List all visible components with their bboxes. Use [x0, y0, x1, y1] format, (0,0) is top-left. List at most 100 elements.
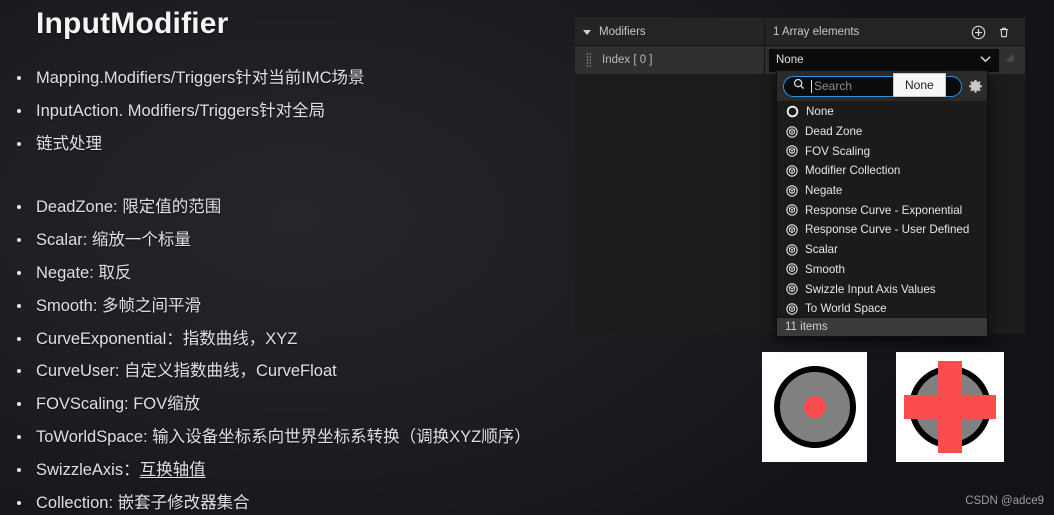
text-cursor [811, 80, 812, 93]
array-count-label: 1 Array elements [773, 26, 860, 38]
class-picker-dropdown: Search None Dead Zone FOV Scaling Modifier … [776, 70, 988, 337]
bullet-item: Collection: 嵌套子修改器集合 [10, 487, 610, 515]
dropdown-item-label: Scalar [805, 243, 838, 257]
dropdown-item-label: Modifier Collection [805, 164, 901, 178]
plus-circle-icon[interactable] [971, 25, 986, 40]
dropdown-item[interactable]: Response Curve - User Defined [777, 220, 987, 240]
bullet-item: 链式处理 [10, 128, 610, 161]
dropdown-item-label: To World Space [805, 302, 887, 316]
modifiers-header-row: Modifiers 1 Array elements [575, 19, 1025, 46]
bullet-item: FOVScaling: FOV缩放 [10, 388, 610, 421]
gear-icon[interactable] [968, 79, 983, 94]
bullet-dot-icon [17, 205, 21, 210]
bullet-spacer [10, 160, 610, 191]
bullet-item: DeadZone: 限定值的范围 [10, 191, 610, 224]
bullet-dot-icon [17, 434, 21, 439]
class-cube-icon [786, 204, 798, 216]
chevron-down-icon[interactable] [583, 29, 591, 35]
dropdown-item[interactable]: Scalar [777, 240, 987, 260]
class-cube-icon [786, 165, 798, 177]
bullet-item: CurveExponential：指数曲线，XYZ [10, 323, 610, 356]
chevron-down-icon[interactable] [980, 54, 991, 66]
cross-vertical [938, 361, 962, 453]
array-elements-cell: 1 Array elements [765, 19, 1025, 45]
bullet-text: DeadZone: 限定值的范围 [36, 198, 222, 217]
bullet-item: Mapping.Modifiers/Triggers针对当前IMC场景 [10, 62, 610, 95]
bullet-dot-icon [17, 402, 21, 407]
bullet-text: Scalar: 缩放一个标量 [36, 231, 191, 250]
bullet-item: InputAction. Modifiers/Triggers针对全局 [10, 95, 610, 128]
dropdown-item[interactable]: Swizzle Input Axis Values [777, 279, 987, 299]
analog-stick-icon [762, 352, 867, 462]
watermark: CSDN @adce9 [965, 495, 1044, 507]
dropdown-item[interactable]: Negate [777, 181, 987, 201]
index-cell: Index [ 0 ] [575, 46, 765, 74]
bullet-dot-icon [17, 336, 21, 341]
dropdown-item[interactable]: Modifier Collection [777, 161, 987, 181]
drag-handle-icon[interactable] [586, 52, 591, 68]
dropdown-item[interactable]: Smooth [777, 260, 987, 280]
search-placeholder-text: Search [814, 79, 853, 93]
stick-center-dot [803, 396, 826, 418]
bullet-text: Mapping.Modifiers/Triggers针对当前IMC场景 [36, 69, 365, 87]
dropdown-item-label: Negate [805, 184, 843, 198]
bullet-text: Collection: 嵌套子修改器集合 [36, 493, 250, 512]
class-cube-icon [786, 283, 798, 295]
dropdown-item-label: Response Curve - User Defined [805, 223, 970, 237]
slide-canvas: InputModifier Mapping.Modifiers/Triggers… [0, 0, 1054, 515]
trash-icon[interactable] [997, 25, 1011, 40]
dropdown-item-label: Swizzle Input Axis Values [805, 282, 936, 296]
page-title: InputModifier [36, 7, 229, 40]
bullet-list: Mapping.Modifiers/Triggers针对当前IMC场景 Input… [10, 62, 610, 515]
bullet-dot-icon [17, 369, 21, 374]
bullet-dot-icon [17, 303, 21, 308]
stick-ring [773, 366, 856, 448]
bullet-text: CurveExponential：指数曲线，XYZ [36, 329, 298, 348]
bullet-text: InputAction. Modifiers/Triggers针对全局 [36, 101, 326, 120]
bullet-item: Negate: 取反 [10, 257, 610, 290]
class-cube-icon [786, 184, 798, 197]
class-cube-icon [786, 224, 798, 236]
class-cube-icon [786, 145, 798, 157]
bullet-dot-icon [17, 270, 21, 275]
bullet-text: FOVScaling: FOV缩放 [36, 395, 201, 414]
bullet-dot-icon [17, 141, 21, 146]
modifiers-label: Modifiers [599, 26, 646, 38]
class-cube-icon [786, 263, 798, 276]
dropdown-item[interactable]: None [777, 102, 987, 122]
bullet-dot-icon [17, 238, 21, 243]
dpad-cross-icon [896, 352, 1004, 462]
dropdown-item-label: Response Curve - Exponential [805, 203, 963, 217]
class-cube-icon [786, 243, 798, 256]
tooltip-none: None [893, 73, 946, 97]
dropdown-item-label: Smooth [805, 262, 845, 276]
bullet-text: Smooth: 多帧之间平滑 [36, 296, 202, 315]
dropdown-item-label: Dead Zone [805, 125, 863, 139]
modifiers-category[interactable]: Modifiers [575, 19, 765, 45]
bullet-text-underlined: 互换轴值 [139, 460, 206, 479]
bullet-item: SwizzleAxis： 互换轴值 [10, 454, 610, 487]
class-cube-icon [786, 125, 798, 138]
reset-to-default-icon[interactable] [999, 52, 1019, 68]
bullet-text: Negate: 取反 [36, 263, 132, 282]
search-placeholder: Search [811, 79, 852, 93]
bullet-dot-icon [17, 76, 21, 80]
class-list[interactable]: None Dead Zone FOV Scaling Modifier Collect… [777, 101, 987, 317]
dropdown-item[interactable]: Dead Zone [777, 122, 987, 142]
class-cube-icon [786, 303, 798, 315]
bullet-text: SwizzleAxis： [36, 460, 140, 479]
modifier-class-value: None [776, 54, 804, 66]
bullet-item: Smooth: 多帧之间平滑 [10, 290, 610, 323]
bullet-item: Scalar: 缩放一个标量 [10, 224, 610, 257]
dropdown-item[interactable]: To World Space [777, 299, 987, 317]
bullet-dot-icon [17, 500, 21, 505]
bullet-item: ToWorldSpace: 输入设备坐标系向世界坐标系转换（调换XYZ顺序） [10, 421, 610, 454]
dropdown-item[interactable]: Response Curve - Exponential [777, 200, 987, 220]
bullet-dot-icon [17, 108, 21, 113]
index-label: Index [ 0 ] [602, 54, 653, 66]
modifier-class-combobox[interactable]: None [769, 48, 999, 72]
dropdown-item-label: None [806, 105, 834, 119]
circle-outline-icon [786, 105, 799, 118]
dpad-ring [904, 361, 996, 453]
dropdown-item[interactable]: FOV Scaling [777, 141, 987, 161]
